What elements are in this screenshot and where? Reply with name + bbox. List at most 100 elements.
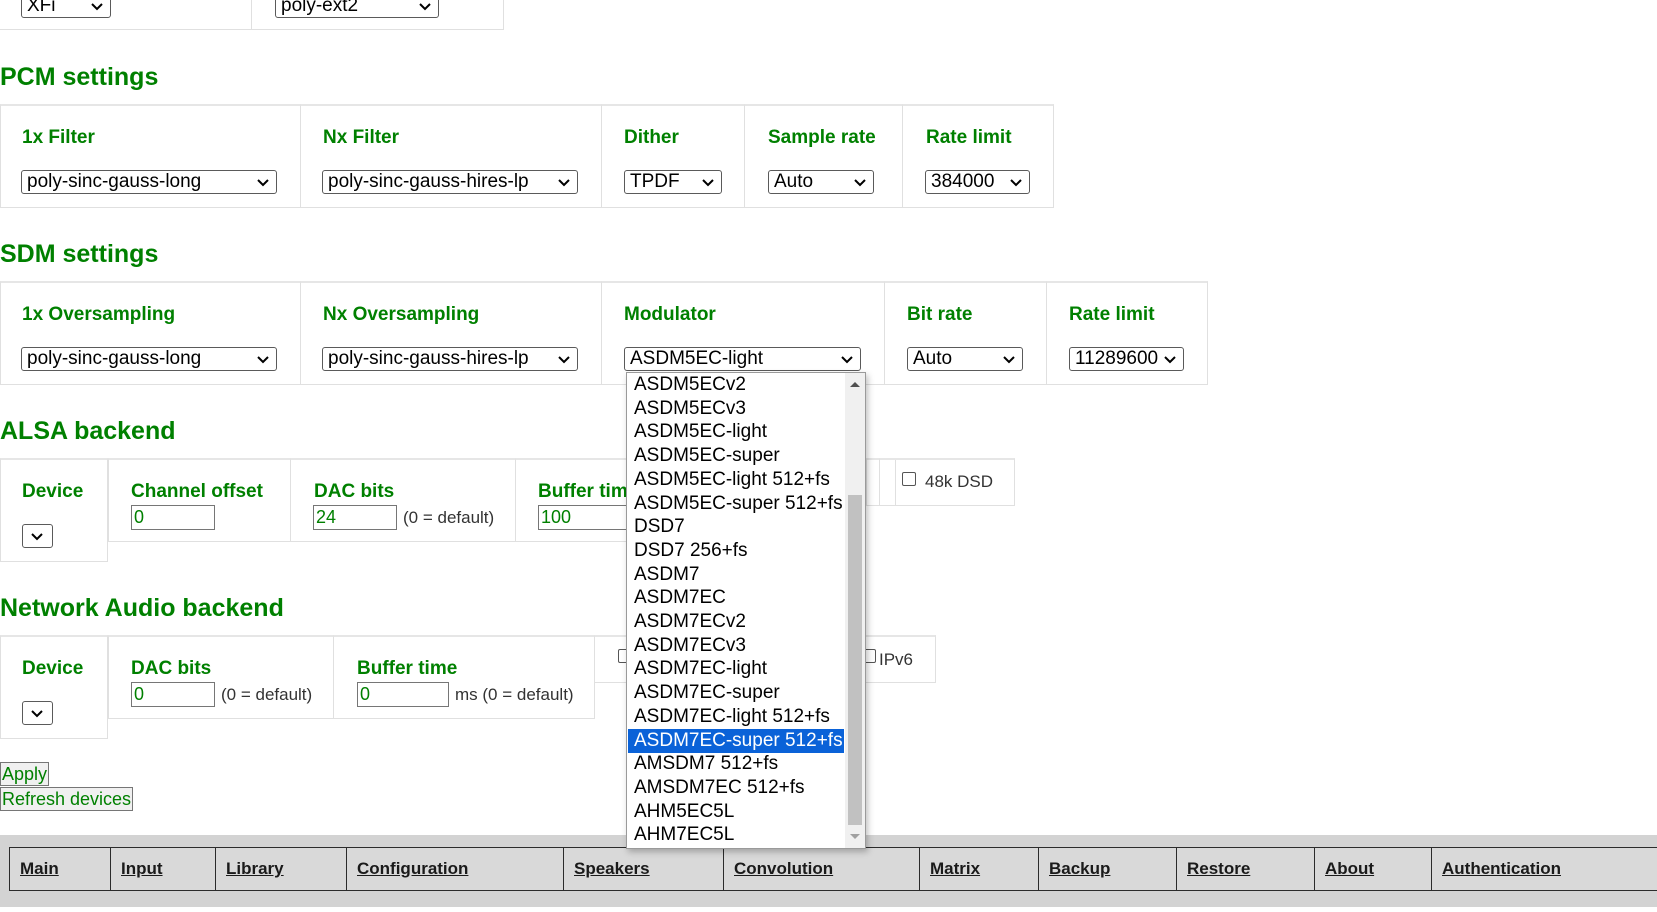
dropdown-scrollbar-thumb[interactable] xyxy=(848,495,862,825)
modulator-option[interactable]: AMSDM7EC 512+fs xyxy=(628,776,844,800)
top-select-2[interactable]: poly-ext2 xyxy=(275,0,439,18)
chevron-down-icon xyxy=(841,356,853,364)
nav-item-configuration[interactable]: Configuration xyxy=(346,847,564,891)
modulator-option[interactable]: ASDM7ECv3 xyxy=(628,634,844,658)
nav-link-convolution[interactable]: Convolution xyxy=(734,859,833,879)
modulator-option[interactable]: AHM5EC5L xyxy=(628,800,844,824)
sdm-bit-rate-value: Auto xyxy=(913,348,953,369)
modulator-option[interactable]: ASDM7EC-super xyxy=(628,681,844,705)
chevron-down-icon xyxy=(419,3,431,11)
nav-item-matrix[interactable]: Matrix xyxy=(919,847,1039,891)
sdm-rate-limit-label: Rate limit xyxy=(1069,304,1155,325)
pcm-sample-rate-select[interactable]: Auto xyxy=(768,170,874,194)
net-dac-bits-label: DAC bits xyxy=(131,658,212,679)
top-select-2-value: poly-ext2 xyxy=(281,0,359,16)
modulator-option[interactable]: ASDM5EC-light 512+fs xyxy=(628,468,844,492)
alsa-dac-bits-label: DAC bits xyxy=(314,481,395,502)
nav-item-backup[interactable]: Backup xyxy=(1038,847,1177,891)
top-select-1[interactable]: XFi xyxy=(21,0,111,18)
modulator-option[interactable]: ASDM7EC-light 512+fs xyxy=(628,705,844,729)
chevron-down-icon xyxy=(31,710,43,718)
sdm-1x-value: poly-sinc-gauss-long xyxy=(27,348,202,369)
modulator-option[interactable]: AHM7EC5L xyxy=(628,823,844,847)
modulator-option[interactable]: ASDM5EC-super xyxy=(628,444,844,468)
nav-link-matrix[interactable]: Matrix xyxy=(930,859,980,879)
sdm-heading: SDM settings xyxy=(0,240,159,268)
dropdown-scrollbar[interactable] xyxy=(845,373,865,848)
sdm-modulator-value: ASDM5EC-light xyxy=(630,348,764,369)
nav-item-input[interactable]: Input xyxy=(110,847,216,891)
net-device-select[interactable] xyxy=(22,701,53,725)
nav-link-speakers[interactable]: Speakers xyxy=(574,859,650,879)
net-dac-bits-hint: (0 = default) xyxy=(221,685,313,704)
sdm-bit-rate-label: Bit rate xyxy=(907,304,973,325)
scroll-down-arrow-icon[interactable] xyxy=(849,833,861,841)
pcm-rate-limit-label: Rate limit xyxy=(926,127,1012,148)
net-device-cell xyxy=(0,635,108,739)
sdm-nx-value: poly-sinc-gauss-hires-lp xyxy=(328,348,529,369)
pcm-dither-select[interactable]: TPDF xyxy=(624,170,722,194)
nav-link-restore[interactable]: Restore xyxy=(1187,859,1250,879)
nav-link-about[interactable]: About xyxy=(1325,859,1374,879)
pcm-nx-filter-select[interactable]: poly-sinc-gauss-hires-lp xyxy=(322,170,578,194)
alsa-channel-offset-input[interactable]: 0 xyxy=(131,505,215,530)
modulator-option[interactable]: DSD7 256+fs xyxy=(628,539,844,563)
pcm-1x-filter-label: 1x Filter xyxy=(22,127,95,148)
sdm-modulator-select[interactable]: ASDM5EC-light xyxy=(624,347,861,371)
nav-link-configuration[interactable]: Configuration xyxy=(357,859,468,879)
pcm-dither-value: TPDF xyxy=(630,171,680,192)
modulator-option[interactable]: ASDM5ECv3 xyxy=(628,397,844,421)
modulator-option[interactable]: ASDM5ECv2 xyxy=(628,373,844,397)
nav-item-authentication[interactable]: Authentication xyxy=(1431,847,1657,891)
nav-item-speakers[interactable]: Speakers xyxy=(563,847,724,891)
nav-link-authentication[interactable]: Authentication xyxy=(1442,859,1561,879)
modulator-option[interactable]: ASDM7EC-super 512+fs xyxy=(628,728,844,753)
sdm-1x-select[interactable]: poly-sinc-gauss-long xyxy=(21,347,277,371)
sdm-rate-limit-select[interactable]: 11289600 xyxy=(1069,347,1184,371)
alsa-buffer-time-label: Buffer tim xyxy=(538,481,628,502)
net-dac-bits-input[interactable]: 0 xyxy=(131,682,215,707)
chevron-down-icon xyxy=(558,179,570,187)
chevron-down-icon xyxy=(854,179,866,187)
sdm-bit-rate-select[interactable]: Auto xyxy=(907,347,1023,371)
nav-item-main[interactable]: Main xyxy=(9,847,111,891)
modulator-option[interactable]: ASDM5EC-light xyxy=(628,420,844,444)
sdm-nx-select[interactable]: poly-sinc-gauss-hires-lp xyxy=(322,347,578,371)
net-device-label: Device xyxy=(22,658,84,679)
pcm-rate-limit-select[interactable]: 384000 xyxy=(925,170,1030,194)
modulator-option[interactable]: AMSDM7 512+fs xyxy=(628,752,844,776)
scroll-up-arrow-icon[interactable] xyxy=(849,380,861,388)
apply-button[interactable]: Apply xyxy=(0,762,50,786)
alsa-dac-bits-input[interactable]: 24 xyxy=(313,505,397,530)
modulator-option[interactable]: ASDM7EC-light xyxy=(628,657,844,681)
sdm-nx-label: Nx Oversampling xyxy=(323,304,480,325)
nav-item-restore[interactable]: Restore xyxy=(1176,847,1315,891)
nav-link-backup[interactable]: Backup xyxy=(1049,859,1110,879)
refresh-devices-button[interactable]: Refresh devices xyxy=(0,787,134,811)
alsa-heading: ALSA backend xyxy=(0,417,176,445)
nav-link-library[interactable]: Library xyxy=(226,859,284,879)
net-buffer-time-input[interactable]: 0 xyxy=(357,682,449,707)
alsa-device-label: Device xyxy=(22,481,84,502)
modulator-option[interactable]: ASDM7EC xyxy=(628,586,844,610)
pcm-rate-limit-value: 384000 xyxy=(931,171,995,192)
nav-link-main[interactable]: Main xyxy=(20,859,59,879)
modulator-dropdown-list[interactable]: ASDM5ECv2 ASDM5ECv3 ASDM5EC-light ASDM5EC-s… xyxy=(626,372,866,849)
top-divider xyxy=(251,0,252,30)
alsa-48k-dsd-checkbox[interactable] xyxy=(902,472,916,486)
chevron-down-icon xyxy=(91,3,103,11)
alsa-buffer-time-input[interactable]: 100 xyxy=(538,505,630,530)
nav-item-convolution[interactable]: Convolution xyxy=(723,847,920,891)
modulator-option[interactable]: DSD7 xyxy=(628,515,844,539)
nav-link-input[interactable]: Input xyxy=(121,859,163,879)
nav-item-library[interactable]: Library xyxy=(215,847,347,891)
alsa-device-select[interactable] xyxy=(22,524,53,548)
sdm-modulator-label: Modulator xyxy=(624,304,716,325)
chevron-down-icon xyxy=(257,356,269,364)
pcm-1x-filter-select[interactable]: poly-sinc-gauss-long xyxy=(21,170,277,194)
nav-item-about[interactable]: About xyxy=(1314,847,1432,891)
alsa-48k-dsd-label: 48k DSD xyxy=(925,472,994,491)
modulator-option[interactable]: ASDM7ECv2 xyxy=(628,610,844,634)
modulator-option[interactable]: ASDM5EC-super 512+fs xyxy=(628,492,844,516)
modulator-option[interactable]: ASDM7 xyxy=(628,563,844,587)
